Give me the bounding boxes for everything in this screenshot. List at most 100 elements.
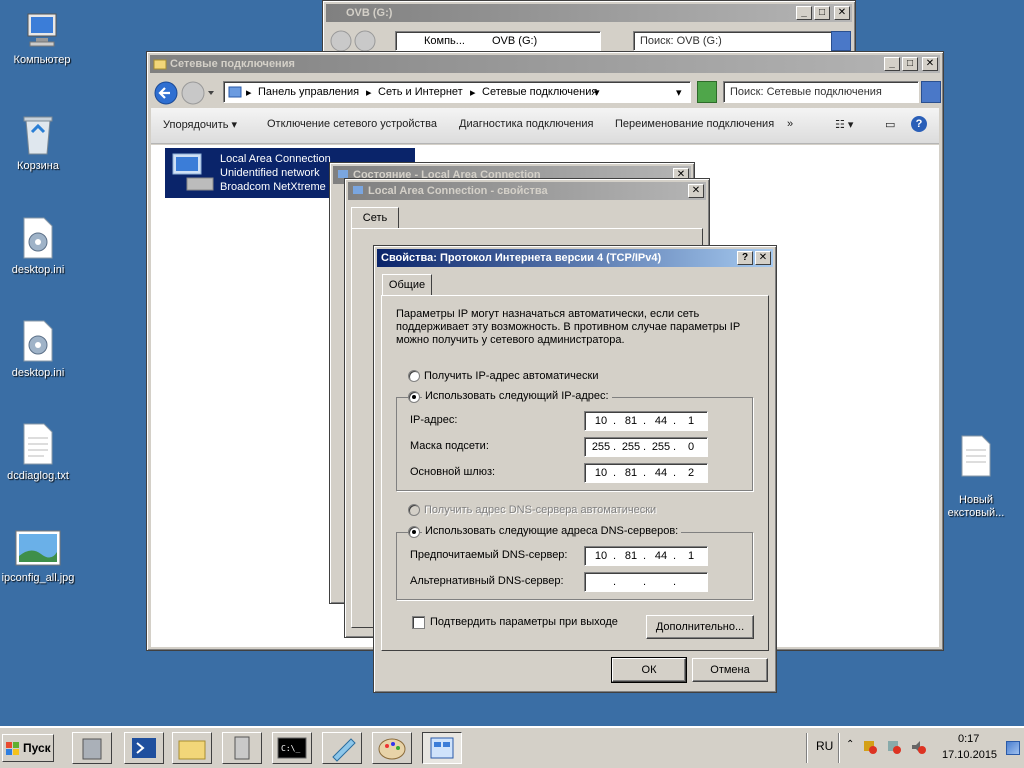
maximize-button[interactable]: □ (814, 6, 830, 20)
close-button[interactable]: ✕ (755, 251, 771, 265)
ovb-titlebar: OVB (G:) _ □ ✕ (326, 4, 852, 22)
breadcrumb-item[interactable]: OVB (G:) (492, 35, 537, 47)
tab-general[interactable]: Общие (382, 274, 432, 296)
network-titlebar: Сетевые подключения _ □ ✕ (150, 55, 940, 73)
minimize-button[interactable]: _ (884, 57, 900, 71)
refresh-icon[interactable] (697, 81, 717, 103)
recycle-bin-icon (23, 116, 53, 155)
desktop-icon-desktop-ini-2[interactable]: desktop.ini (0, 319, 80, 380)
view-options-icon[interactable]: ☷ ▾ (835, 118, 853, 131)
auto-dns-radio[interactable] (408, 504, 420, 516)
rename-button[interactable]: Переименование подключения (615, 118, 774, 130)
tray-divider (806, 733, 807, 763)
clock-date[interactable]: 17.10.2015 (942, 749, 997, 761)
search-input[interactable]: Поиск: Сетевые подключения (723, 81, 919, 103)
chevron-up-icon[interactable]: ⌃ (846, 739, 854, 750)
desktop-icon-dcdiaglog[interactable]: dcdiaglog.txt (0, 422, 80, 483)
desktop-icon-label: Корзина (17, 160, 59, 172)
server-manager-button[interactable] (72, 732, 112, 764)
close-button[interactable]: ✕ (688, 184, 704, 198)
breadcrumb-network-connections[interactable]: Сетевые подключения (482, 86, 597, 98)
search-icon[interactable] (831, 31, 851, 51)
manual-ip-label[interactable]: Использовать следующий IP-адрес: (422, 390, 612, 402)
subnet-mask-input[interactable]: 255. 255. 255. 0 (584, 437, 708, 457)
desktop-icon-computer[interactable]: Компьютер (0, 10, 84, 67)
connection-name: Local Area Connection (220, 153, 331, 165)
chevron-right-icon[interactable]: ▸ (470, 86, 476, 99)
powershell-icon (132, 738, 156, 758)
general-panel: Параметры IP могут назначаться автоматич… (381, 295, 769, 651)
network-window-icon (430, 737, 454, 759)
desktop-icon-label: dcdiaglog.txt (7, 470, 69, 482)
window-title: Свойства: Протокол Интернета версии 4 (T… (381, 252, 662, 264)
desktop-icon-recycle-bin[interactable]: Корзина (0, 112, 80, 173)
desktop-icon-new-text[interactable]: Новый екстовый... (934, 422, 1018, 532)
ip-address-input[interactable]: 10. 81. 44. 1 (584, 411, 708, 431)
breadcrumb-network-internet[interactable]: Сеть и Интернет (378, 86, 463, 98)
back-forward-icon[interactable] (153, 80, 217, 106)
auto-ip-label[interactable]: Получить IP-адрес автоматически (424, 370, 598, 382)
chevron-down-icon[interactable]: ▾ (594, 86, 600, 99)
start-button[interactable]: Пуск (2, 734, 54, 762)
help-button[interactable]: ? (737, 251, 753, 265)
auto-ip-radio[interactable] (408, 370, 420, 382)
volume-icon[interactable] (910, 739, 926, 755)
tools-button[interactable] (222, 732, 262, 764)
address-bar[interactable]: ▸ Панель управления ▸ Сеть и Интернет ▸ … (223, 81, 691, 103)
manual-dns-radio[interactable] (408, 526, 420, 538)
control-panel-icon (228, 86, 242, 98)
chevron-down-icon[interactable]: ▾ (676, 86, 682, 99)
desktop-icon-ipconfig[interactable]: ipconfig_all.jpg (0, 528, 80, 585)
cmd-button[interactable]: C:\_ (272, 732, 312, 764)
desktop-icon-desktop-ini-1[interactable]: desktop.ini (0, 216, 80, 277)
advanced-button[interactable]: Дополнительно... (646, 615, 754, 639)
help-icon[interactable]: ? (911, 116, 927, 132)
tray-divider (838, 733, 839, 763)
preferred-dns-label: Предпочитаемый DNS-сервер: (410, 549, 568, 561)
ovb-search-input[interactable]: Поиск: OVB (G:) (633, 31, 833, 51)
breadcrumb-control-panel[interactable]: Панель управления (258, 86, 359, 98)
diagnose-button[interactable]: Диагностика подключения (459, 118, 593, 130)
preview-pane-icon[interactable]: ▭ (885, 118, 895, 131)
explorer-button[interactable] (172, 732, 212, 764)
validate-label[interactable]: Подтвердить параметры при выходе (430, 616, 618, 628)
network-connections-taskbar-button[interactable] (422, 732, 462, 764)
close-button[interactable]: ✕ (834, 6, 850, 20)
paint-button[interactable] (372, 732, 412, 764)
search-icon[interactable] (921, 81, 941, 103)
manual-dns-label[interactable]: Использовать следующие адреса DNS-сервер… (422, 525, 682, 537)
ovb-nav-buttons[interactable] (329, 29, 379, 53)
close-button[interactable]: ✕ (922, 57, 938, 71)
preferred-dns-input[interactable]: 10. 81. 44. 1 (584, 546, 708, 566)
taskbar: Пуск C:\_ RU ⌃ 0:17 17.10.2015 (0, 726, 1024, 768)
subnet-mask-label: Маска подсети: (410, 440, 489, 452)
validate-checkbox[interactable] (412, 616, 425, 629)
more-commands-button[interactable]: » (787, 118, 793, 130)
ip-address-label: IP-адрес: (410, 414, 458, 426)
ok-button[interactable]: ОК (611, 657, 687, 683)
show-desktop-icon[interactable] (1006, 741, 1020, 755)
chevron-right-icon[interactable]: ▸ (366, 86, 372, 99)
minimize-button[interactable]: _ (796, 6, 812, 20)
notepad-button[interactable] (322, 732, 362, 764)
breadcrumb-item[interactable]: Компь... (424, 35, 465, 47)
organize-button[interactable]: Упорядочить ▾ (163, 118, 237, 131)
ovb-address-bar[interactable]: Компь... OVB (G:) (395, 31, 601, 51)
text-file-icon (23, 423, 53, 465)
chevron-right-icon[interactable]: ▸ (246, 86, 252, 99)
network-tray-icon[interactable] (886, 739, 902, 755)
language-indicator[interactable]: RU (816, 739, 833, 753)
cancel-button[interactable]: Отмена (692, 658, 768, 682)
disable-device-button[interactable]: Отключение сетевого устройства (267, 118, 437, 130)
tab-network[interactable]: Сеть (351, 207, 399, 229)
powershell-button[interactable] (124, 732, 164, 764)
manual-ip-radio[interactable] (408, 391, 420, 403)
action-center-icon[interactable] (862, 739, 878, 755)
clock-time[interactable]: 0:17 (958, 733, 979, 745)
desktop-icon-label: desktop.ini (11, 264, 65, 276)
alternate-dns-input[interactable]: ... (584, 572, 708, 592)
properties-titlebar: Local Area Connection - свойства ✕ (348, 182, 706, 200)
gateway-input[interactable]: 10. 81. 44. 2 (584, 463, 708, 483)
maximize-button[interactable]: □ (902, 57, 918, 71)
server-manager-icon (82, 738, 102, 760)
